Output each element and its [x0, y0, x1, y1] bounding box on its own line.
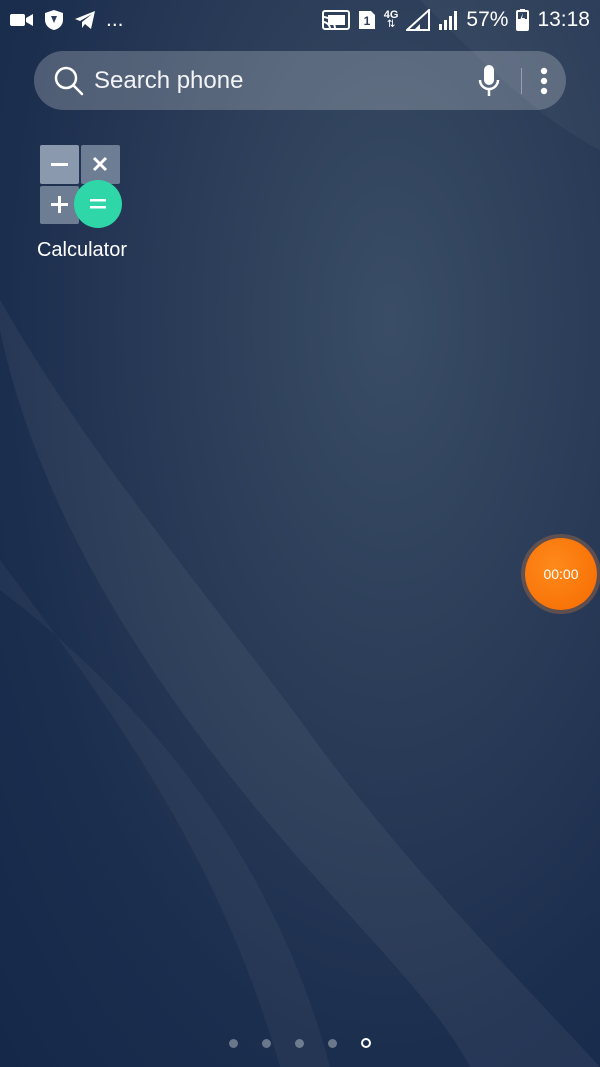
- page-dot[interactable]: [229, 1038, 238, 1048]
- screen-recorder-button[interactable]: 00:00: [525, 538, 597, 610]
- search-bar[interactable]: Search phone: [34, 51, 566, 110]
- page-dot[interactable]: [295, 1038, 304, 1048]
- cast-icon: [321, 10, 350, 30]
- page-dot-active[interactable]: [361, 1038, 371, 1048]
- telegram-icon: [74, 10, 96, 30]
- page-indicator: [0, 1038, 600, 1048]
- video-camera-icon: [10, 12, 34, 28]
- page-dot[interactable]: [262, 1038, 271, 1048]
- recorder-timer: 00:00: [543, 566, 579, 582]
- page-dot[interactable]: [328, 1038, 337, 1048]
- signal-icon: [406, 9, 431, 31]
- 4g-data-icon: 4G ⇅: [383, 9, 399, 30]
- app-label: Calculator: [36, 239, 128, 261]
- more-options-icon[interactable]: [540, 67, 548, 95]
- shield-icon: [44, 9, 64, 31]
- signal-icon: [438, 9, 458, 31]
- sim-1-icon: 1: [358, 10, 376, 30]
- clock: 13:18: [537, 8, 590, 31]
- app-calculator[interactable]: Calculator: [30, 145, 134, 262]
- calculator-icon[interactable]: [40, 145, 124, 228]
- search-divider: [521, 67, 522, 94]
- microphone-icon[interactable]: [477, 64, 501, 98]
- search-icon[interactable]: [54, 66, 84, 96]
- status-bar: ... 1 4G ⇅ 57% 13:18: [0, 0, 600, 40]
- notification-overflow: ...: [106, 8, 124, 31]
- battery-percent: 57%: [466, 8, 509, 31]
- search-input[interactable]: Search phone: [94, 67, 477, 95]
- battery-icon: [516, 9, 530, 31]
- svg-text:1: 1: [363, 14, 370, 28]
